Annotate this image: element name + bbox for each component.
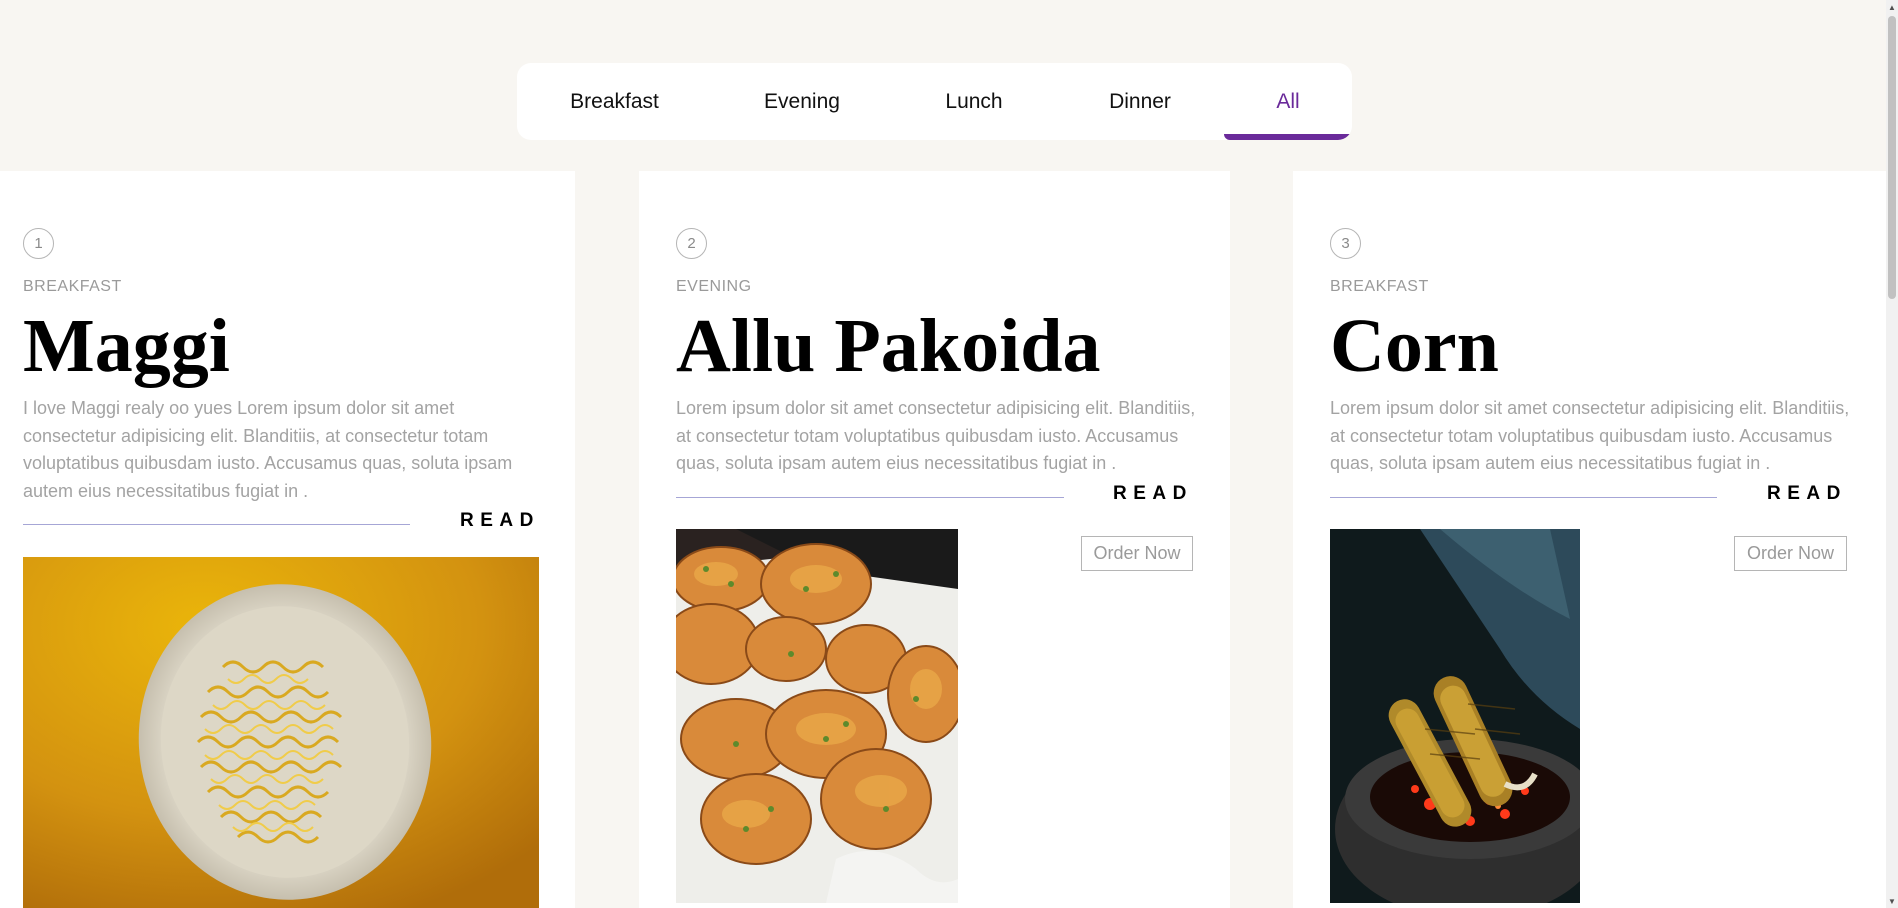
scroll-down-icon[interactable]: ▼ <box>1886 894 1898 908</box>
card-category: EVENING <box>676 278 752 295</box>
read-divider <box>1330 497 1717 498</box>
card-title: Allu Pakoida <box>676 304 1101 388</box>
corn-photo <box>1330 529 1580 903</box>
card-description: Lorem ipsum dolor sit amet consectetur a… <box>1330 398 1850 473</box>
read-row: READ <box>676 483 1196 513</box>
scrollbar-thumb[interactable] <box>1888 16 1896 299</box>
pakoda-photo <box>676 529 958 903</box>
card-title: Corn <box>1330 304 1499 388</box>
read-row: READ <box>1330 483 1850 513</box>
order-now-button[interactable]: Order Now <box>1734 536 1847 571</box>
active-tab-indicator <box>1224 134 1352 140</box>
card-number-badge: 2 <box>676 228 707 259</box>
recipe-card-allu-pakoida: 2 EVENING Allu Pakoida Lorem ipsum dolor… <box>639 171 1230 908</box>
order-now-button[interactable]: Order Now <box>1081 536 1193 571</box>
card-description: I love Maggi realy oo yues Lorem ipsum d… <box>23 398 513 501</box>
card-number-badge: 1 <box>23 228 54 259</box>
tab-lunch[interactable]: Lunch <box>892 63 1056 140</box>
read-button[interactable]: READ <box>1113 483 1193 505</box>
tab-breakfast[interactable]: Breakfast <box>517 63 712 140</box>
read-button[interactable]: READ <box>460 510 540 532</box>
card-description: Lorem ipsum dolor sit amet consectetur a… <box>676 398 1196 473</box>
read-row: READ <box>23 510 543 540</box>
recipe-card-corn: 3 BREAKFAST Corn Lorem ipsum dolor sit a… <box>1293 171 1886 908</box>
scroll-up-icon[interactable]: ▲ <box>1886 0 1898 14</box>
card-title: Maggi <box>23 304 230 388</box>
read-button[interactable]: READ <box>1767 483 1847 505</box>
card-category: BREAKFAST <box>1330 278 1429 295</box>
category-tabs: Breakfast Evening Lunch Dinner All <box>517 63 1352 140</box>
tab-all[interactable]: All <box>1224 63 1352 140</box>
page: Breakfast Evening Lunch Dinner All 1 BRE… <box>0 0 1898 908</box>
vertical-scrollbar[interactable]: ▲ ▼ <box>1886 0 1898 908</box>
card-number-badge: 3 <box>1330 228 1361 259</box>
maggi-photo <box>23 557 539 908</box>
card-category: BREAKFAST <box>23 278 122 295</box>
read-divider <box>676 497 1064 498</box>
read-divider <box>23 524 410 525</box>
recipe-card-maggi: 1 BREAKFAST Maggi I love Maggi realy oo … <box>0 171 575 908</box>
tab-evening[interactable]: Evening <box>712 63 892 140</box>
tab-dinner[interactable]: Dinner <box>1056 63 1224 140</box>
